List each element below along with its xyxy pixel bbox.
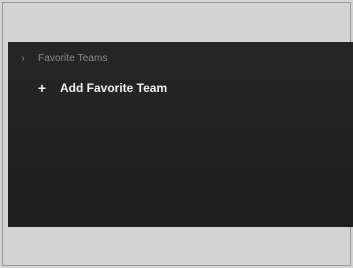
section-header[interactable]: › Favorite Teams <box>8 48 108 68</box>
favorite-teams-panel: › Favorite Teams + Add Favorite Team <box>8 42 353 227</box>
chevron-right-icon[interactable]: › <box>14 53 32 64</box>
section-title: Favorite Teams <box>38 52 108 64</box>
add-favorite-team-label: Add Favorite Team <box>60 81 168 95</box>
add-favorite-team-button[interactable]: + Add Favorite Team <box>36 80 167 96</box>
plus-icon: + <box>37 80 47 96</box>
